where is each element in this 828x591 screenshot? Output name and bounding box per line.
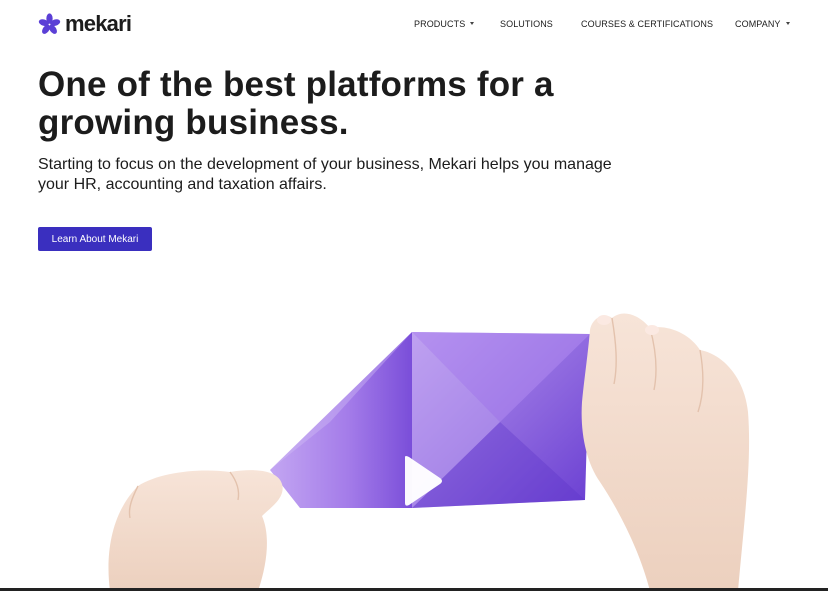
nav-courses-certifications[interactable]: COURSES & CERTIFICATIONS — [581, 19, 713, 29]
hero-headline: One of the best platforms for a growing … — [38, 66, 598, 142]
nav-courses-label: COURSES & CERTIFICATIONS — [581, 19, 714, 29]
hero-headline-line-1: One of the best platforms for a — [38, 65, 554, 104]
nav-company-label: COMPANY — [735, 19, 781, 29]
nav-solutions-label: SOLUTIONS — [500, 19, 553, 29]
nav-company[interactable]: COMPANY — [735, 19, 790, 29]
nav-products[interactable]: PRODUCTS — [414, 19, 475, 29]
caret-down-icon — [470, 21, 475, 25]
origami-hands-illustration — [0, 313, 828, 591]
hero-subtitle: Starting to focus on the development of … — [38, 156, 612, 193]
logo-text: mekari — [65, 11, 132, 36]
learn-about-mekari-button[interactable]: Learn About Mekari — [38, 227, 152, 251]
hero-headline-line-2: growing business. — [38, 103, 349, 142]
nav-products-label: PRODUCTS — [414, 19, 466, 29]
mekari-asterisk-icon — [38, 12, 61, 34]
hero-video[interactable] — [0, 272, 828, 591]
nav-solutions[interactable]: SOLUTIONS — [500, 19, 553, 29]
mekari-logo[interactable]: mekari — [38, 11, 132, 36]
caret-down-icon — [785, 21, 790, 25]
